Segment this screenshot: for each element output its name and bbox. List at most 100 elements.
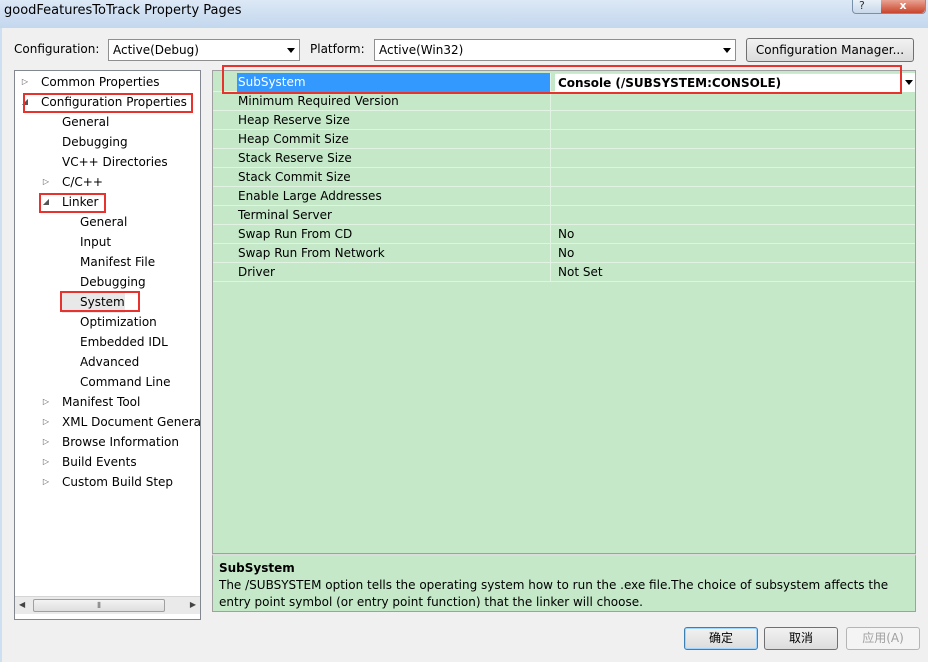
tree-horizontal-scrollbar[interactable]: ◀ ⦀ ▶: [15, 596, 200, 614]
tree-item-label: Embedded IDL: [80, 335, 168, 349]
expand-arrow-icon[interactable]: ▷: [41, 473, 51, 491]
scroll-right-icon[interactable]: ▶: [190, 600, 196, 609]
property-row[interactable]: SubSystem Console (/SUBSYSTEM:CONSOLE): [213, 73, 915, 92]
expand-arrow-icon[interactable]: ▷: [41, 453, 51, 471]
expand-arrow-icon[interactable]: ▷: [41, 433, 51, 451]
property-row[interactable]: Stack Commit Size: [213, 168, 915, 187]
expand-arrow-icon[interactable]: ▷: [41, 173, 51, 191]
property-value: Not Set: [558, 265, 603, 279]
property-value: No: [558, 227, 575, 241]
tree-item-label: Optimization: [80, 315, 157, 329]
tree-item-label: Manifest File: [80, 255, 156, 269]
tree-item-label: Custom Build Step: [62, 475, 174, 489]
property-value: [555, 168, 558, 187]
dialog-client-area: Configuration: Active(Debug) Platform: A…: [2, 28, 928, 662]
property-row[interactable]: Enable Large Addresses: [213, 187, 915, 206]
tree-item-label: VC++ Directories: [62, 155, 168, 169]
tree-item-label: XML Document Generat: [62, 415, 201, 429]
tree-item[interactable]: Command Line: [62, 373, 171, 393]
expand-arrow-icon[interactable]: ▷: [41, 393, 51, 411]
category-tree[interactable]: ▷ Common Properties ◢ Configuration Propert…: [14, 70, 201, 620]
configuration-manager-button[interactable]: Configuration Manager...: [746, 38, 914, 62]
tree-item[interactable]: Embedded IDL: [62, 333, 168, 353]
property-value: [555, 206, 558, 225]
tree-item[interactable]: ◢ Configuration Properties: [22, 93, 187, 113]
grip-icon: ⦀: [97, 601, 101, 610]
property-name: Terminal Server: [237, 206, 551, 225]
tree-item-label: Common Properties: [41, 75, 160, 89]
tree-item[interactable]: ▷ Build Events: [43, 453, 137, 473]
property-row[interactable]: Driver Not Set: [213, 263, 915, 282]
tree-item[interactable]: ▷ Common Properties: [22, 73, 160, 93]
tree-item-label: Manifest Tool: [62, 395, 141, 409]
collapse-arrow-icon[interactable]: ◢: [41, 193, 51, 211]
ok-button[interactable]: 确定: [684, 627, 758, 650]
property-name: Driver: [237, 263, 551, 282]
property-value: No: [558, 246, 575, 260]
property-row[interactable]: Minimum Required Version: [213, 92, 915, 111]
tree-item[interactable]: Input: [62, 233, 111, 253]
tree-item[interactable]: ▷ Custom Build Step: [43, 473, 173, 493]
platform-value: Active(Win32): [379, 43, 464, 57]
collapse-arrow-icon[interactable]: ◢: [20, 93, 30, 111]
tree-item[interactable]: ▷ Manifest Tool: [43, 393, 140, 413]
expand-arrow-icon[interactable]: ▷: [20, 73, 30, 91]
property-value: [555, 130, 558, 149]
property-row[interactable]: Swap Run From CD No: [213, 225, 915, 244]
tree-item[interactable]: Debugging: [62, 273, 146, 293]
configuration-label: Configuration:: [14, 42, 100, 56]
property-row[interactable]: Heap Reserve Size: [213, 111, 915, 130]
property-row[interactable]: Terminal Server: [213, 206, 915, 225]
tree-item-label: Debugging: [80, 275, 146, 289]
tree-item-label: Command Line: [80, 375, 171, 389]
property-value: [555, 187, 558, 206]
tree-item[interactable]: ◢ Linker: [41, 193, 99, 213]
tree-item[interactable]: System: [62, 293, 125, 313]
tree-item-label: Input: [80, 235, 112, 249]
property-name: Heap Commit Size: [237, 130, 551, 149]
tree-item[interactable]: VC++ Directories: [43, 153, 168, 173]
window-title: goodFeaturesToTrack Property Pages: [4, 3, 242, 18]
tree-item-label: General: [80, 215, 128, 229]
tree-item[interactable]: Advanced: [62, 353, 139, 373]
tree-item-label: System: [80, 295, 125, 309]
tree-item[interactable]: Debugging: [43, 133, 128, 153]
tree-item-label: Advanced: [80, 355, 140, 369]
property-grid: SubSystem Console (/SUBSYSTEM:CONSOLE) Min…: [212, 70, 916, 554]
tree-item-label: Configuration Properties: [41, 95, 187, 109]
tree-item[interactable]: ▷ XML Document Generat: [41, 413, 201, 433]
cancel-button[interactable]: 取消: [764, 627, 838, 650]
description-panel: SubSystem The /SUBSYSTEM option tells th…: [212, 554, 916, 612]
apply-button[interactable]: 应用(A): [846, 627, 920, 650]
platform-dropdown[interactable]: Active(Win32): [374, 39, 736, 61]
property-name: Swap Run From CD: [237, 225, 551, 244]
property-value[interactable]: Console (/SUBSYSTEM:CONSOLE): [555, 73, 915, 92]
tree-item[interactable]: ▷ Browse Information: [43, 433, 179, 453]
help-button[interactable]: ?: [859, 0, 865, 12]
property-name: Enable Large Addresses: [237, 187, 551, 206]
tree-item[interactable]: Manifest File: [62, 253, 155, 273]
chevron-down-icon[interactable]: [901, 73, 915, 92]
property-row[interactable]: Stack Reserve Size: [213, 149, 915, 168]
property-value: [555, 92, 558, 111]
scroll-thumb[interactable]: ⦀: [33, 599, 165, 612]
scroll-left-icon[interactable]: ◀: [19, 600, 25, 609]
tree-item-label: Browse Information: [62, 435, 179, 449]
tree-item-label: Build Events: [62, 455, 137, 469]
property-row[interactable]: Swap Run From Network No: [213, 244, 915, 263]
expand-arrow-icon[interactable]: ▷: [41, 413, 51, 431]
tree-item[interactable]: Optimization: [62, 313, 157, 333]
chevron-down-icon: [723, 48, 731, 53]
close-button[interactable]: x: [881, 0, 925, 13]
property-row[interactable]: Heap Commit Size: [213, 130, 915, 149]
tree-item[interactable]: General: [62, 213, 127, 233]
tree-item[interactable]: General: [43, 113, 109, 133]
tree-item[interactable]: ▷ C/C++: [43, 173, 103, 193]
property-name: Stack Commit Size: [237, 168, 551, 187]
title-bar: goodFeaturesToTrack Property Pages ? x: [0, 0, 928, 28]
chevron-down-icon: [287, 48, 295, 53]
caption-buttons: ? x: [852, 0, 926, 14]
description-title: SubSystem: [219, 561, 295, 575]
property-name: Stack Reserve Size: [237, 149, 551, 168]
configuration-dropdown[interactable]: Active(Debug): [108, 39, 300, 61]
